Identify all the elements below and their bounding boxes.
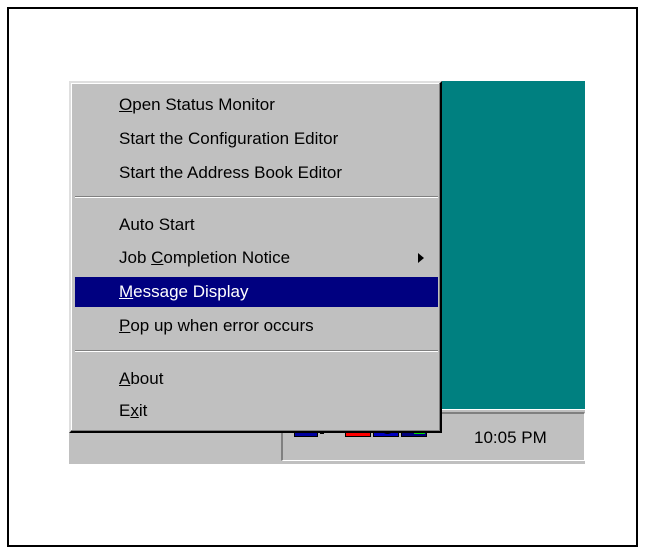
menu-item-accelerator: O bbox=[119, 95, 133, 114]
menu-item-exit[interactable]: Exit bbox=[75, 396, 438, 426]
menu-item-label: essage Display bbox=[133, 282, 249, 301]
menu-item-about[interactable]: About bbox=[75, 364, 438, 394]
menu-item-label: Start the Configuration Editor bbox=[119, 129, 339, 148]
menu-item-start-address-book-editor[interactable]: Start the Address Book Editor bbox=[75, 158, 438, 188]
menu-item-message-display[interactable]: Message Display bbox=[75, 277, 438, 307]
menu-item-label: Job bbox=[119, 248, 152, 267]
menu-separator bbox=[75, 350, 438, 352]
submenu-arrow-icon bbox=[418, 253, 424, 263]
menu-item-accelerator: M bbox=[119, 282, 134, 301]
menu-item-label: Auto Start bbox=[119, 215, 195, 234]
menu-item-label: E bbox=[119, 401, 131, 420]
menu-item-accelerator: A bbox=[119, 369, 131, 388]
menu-item-open-status-monitor[interactable]: Open Status Monitor bbox=[75, 90, 438, 120]
menu-item-label: bout bbox=[130, 369, 164, 388]
menu-item-pop-up-on-error[interactable]: Pop up when error occurs bbox=[75, 311, 438, 341]
menu-item-accelerator: x bbox=[130, 401, 139, 420]
menu-item-label: pen Status Monitor bbox=[132, 95, 275, 114]
menu-separator bbox=[75, 196, 438, 198]
menu-item-label: it bbox=[138, 401, 148, 420]
menu-item-label: op up when error occurs bbox=[130, 316, 314, 335]
menu-item-label: Start the Address Book Editor bbox=[119, 163, 343, 182]
taskbar-clock[interactable]: 10:05 PM bbox=[474, 428, 547, 448]
menu-item-start-config-editor[interactable]: Start the Configuration Editor bbox=[75, 124, 438, 154]
menu-item-auto-start[interactable]: Auto Start bbox=[75, 210, 438, 240]
menu-item-job-completion-notice[interactable]: Job Completion Notice bbox=[75, 243, 438, 273]
tray-context-menu: Open Status Monitor Start the Configurat… bbox=[69, 81, 442, 433]
menu-item-label: ompletion Notice bbox=[163, 248, 291, 267]
menu-item-accelerator: P bbox=[119, 316, 131, 335]
menu-item-accelerator: C bbox=[151, 248, 164, 267]
